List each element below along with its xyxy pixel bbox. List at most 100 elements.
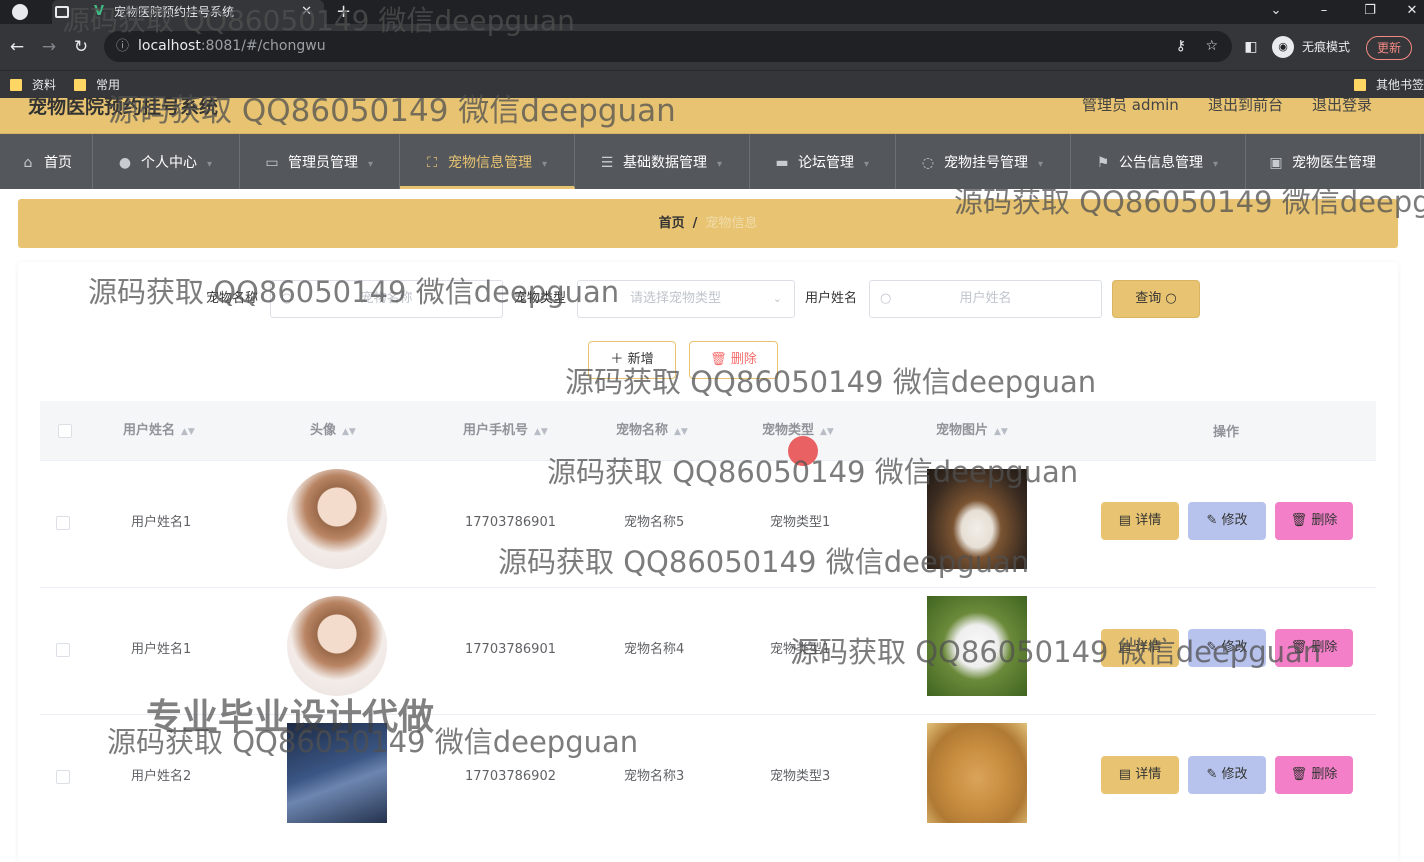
column-header-actions: 操作 bbox=[1213, 425, 1240, 440]
row-checkbox[interactable] bbox=[56, 516, 70, 530]
phone-cell: 17703786901 bbox=[465, 642, 556, 657]
phone-cell: 17703786901 bbox=[465, 515, 556, 530]
detail-button[interactable]: ▤ 详情 bbox=[1101, 502, 1179, 540]
incognito-icon: ◉ bbox=[1272, 36, 1294, 58]
column-header-pet-name[interactable]: 宠物名称 ▲▼ bbox=[616, 423, 688, 440]
button-label: 删除 bbox=[1311, 767, 1338, 782]
menu-item-basic-data-management[interactable]: ☰ 基础数据管理 ▾ bbox=[575, 134, 750, 189]
delete-button[interactable]: 🗑 删除 bbox=[1275, 502, 1353, 540]
pet-type-cell: 宠物类型3 bbox=[770, 769, 831, 784]
bookmark-folder-other[interactable]: 其他书签 bbox=[1354, 71, 1424, 99]
menu-item-doctor-management[interactable]: ▣ 宠物医生管理 bbox=[1246, 134, 1421, 189]
incognito-label: 无痕模式 bbox=[1302, 40, 1351, 54]
menu-item-registration-management[interactable]: ◌ 宠物挂号管理 ▾ bbox=[896, 134, 1071, 189]
menu-item-personal-center[interactable]: ● 个人中心 ▾ bbox=[93, 134, 240, 189]
home-icon: ⌂ bbox=[23, 155, 33, 171]
menu-label: 管理员管理 bbox=[288, 155, 358, 171]
sidebar-icon[interactable]: ◧ bbox=[1240, 36, 1262, 58]
user-name-cell: 用户姓名2 bbox=[131, 769, 192, 784]
sort-icon[interactable]: ▲▼ bbox=[674, 427, 688, 437]
chevron-down-icon: ▾ bbox=[368, 159, 374, 170]
edit-button[interactable]: ✎ 修改 bbox=[1188, 756, 1266, 794]
folder-icon bbox=[10, 79, 22, 91]
watermark: 源码获取 QQ86050149 微信deepguan bbox=[498, 545, 1030, 579]
column-header-phone[interactable]: 用户手机号 ▲▼ bbox=[463, 423, 548, 440]
breadcrumb-home[interactable]: 首页 bbox=[659, 216, 685, 231]
user-name-cell: 用户姓名1 bbox=[131, 642, 192, 657]
menu-label: 个人中心 bbox=[141, 155, 197, 171]
menu-item-forum-management[interactable]: ▬ 论坛管理 ▾ bbox=[750, 134, 896, 189]
reload-icon[interactable]: ↻ bbox=[70, 36, 92, 58]
menu-item-admin-management[interactable]: ▭ 管理员管理 ▾ bbox=[240, 134, 400, 189]
watermark: 源码获取 QQ86050149 微信deepguan bbox=[62, 4, 575, 37]
monitor-icon: ▬ bbox=[775, 155, 789, 171]
back-icon[interactable]: ← bbox=[6, 36, 28, 58]
search-icon: ○ bbox=[880, 291, 892, 306]
select-all-checkbox[interactable] bbox=[58, 424, 72, 438]
detail-button[interactable]: ▤ 详情 bbox=[1101, 756, 1179, 794]
watermark: 源码获取 QQ86050149 微信deepguan bbox=[547, 455, 1079, 489]
trash-icon: 🗑 bbox=[1290, 767, 1308, 782]
minimize-icon[interactable]: – bbox=[1304, 0, 1344, 24]
edit-button[interactable]: ✎ 修改 bbox=[1188, 502, 1266, 540]
pet-name-cell: 宠物名称4 bbox=[624, 642, 685, 657]
menu-item-pet-info-management[interactable]: ⛶ 宠物信息管理 ▾ bbox=[400, 134, 575, 189]
url-path: :8081/#/chongwu bbox=[200, 38, 326, 54]
tab-search-icon[interactable] bbox=[55, 6, 69, 18]
tab-list-icon[interactable]: ⌄ bbox=[1256, 0, 1296, 24]
logout-link[interactable]: 退出登录 bbox=[1312, 98, 1372, 113]
close-window-icon[interactable]: ✕ bbox=[1392, 0, 1424, 24]
menu-label: 宠物信息管理 bbox=[448, 155, 532, 171]
key-icon[interactable]: ⚷ bbox=[1176, 31, 1186, 62]
table-header: 用户姓名 ▲▼ 头像 ▲▼ 用户手机号 ▲▼ 宠物名称 ▲▼ 宠物类型 ▲▼ 宠物图片 ▲▼… bbox=[40, 401, 1376, 461]
button-label: 修改 bbox=[1221, 767, 1248, 782]
bookmark-folder-ziliao[interactable]: 资料 bbox=[10, 71, 56, 99]
sort-icon[interactable]: ▲▼ bbox=[820, 427, 834, 437]
column-header-user-name[interactable]: 用户姓名 ▲▼ bbox=[123, 423, 195, 440]
input-placeholder: 用户姓名 bbox=[959, 291, 1012, 306]
breadcrumb-current: 宠物信息 bbox=[705, 216, 758, 231]
document-icon: ▤ bbox=[1118, 513, 1132, 528]
exit-to-front-link[interactable]: 退出到前台 bbox=[1208, 98, 1283, 113]
admin-user-label: 管理员 admin bbox=[1082, 96, 1179, 114]
menu-item-notice-management[interactable]: ⚑ 公告信息管理 ▾ bbox=[1071, 134, 1246, 189]
button-label: 详情 bbox=[1135, 513, 1162, 528]
column-label: 用户姓名 bbox=[123, 423, 176, 438]
menu-label: 宠物医生管理 bbox=[1292, 155, 1376, 171]
sort-icon[interactable]: ▲▼ bbox=[534, 427, 548, 437]
column-header-pet-image[interactable]: 宠物图片 ▲▼ bbox=[936, 423, 1008, 440]
menu-label: 宠物挂号管理 bbox=[944, 155, 1028, 171]
browser-menu-icon[interactable] bbox=[12, 4, 28, 20]
menu-label: 公告信息管理 bbox=[1119, 155, 1203, 171]
sort-icon[interactable]: ▲▼ bbox=[994, 427, 1008, 437]
chevron-down-icon: ▾ bbox=[542, 159, 548, 170]
update-button[interactable]: 更新 bbox=[1366, 36, 1412, 60]
avatar bbox=[287, 469, 387, 569]
pet-type-cell: 宠物类型1 bbox=[770, 515, 831, 530]
forward-icon[interactable]: → bbox=[38, 36, 60, 58]
menu-item-home[interactable]: ⌂ 首页 bbox=[0, 134, 93, 189]
watermark: 源码获取 QQ86050149 微信deepguan bbox=[88, 275, 620, 309]
chevron-down-icon: ▾ bbox=[717, 159, 723, 170]
pet-name-cell: 宠物名称5 bbox=[624, 515, 685, 530]
folder-icon bbox=[1354, 79, 1366, 91]
document-icon: ▤ bbox=[1118, 767, 1132, 782]
restore-icon[interactable]: ❐ bbox=[1350, 0, 1390, 24]
column-header-avatar[interactable]: 头像 ▲▼ bbox=[310, 423, 356, 440]
star-icon[interactable]: ☆ bbox=[1205, 31, 1218, 62]
user-name-input[interactable]: ○ 用户姓名 bbox=[869, 280, 1102, 318]
chevron-down-icon: ▾ bbox=[1038, 159, 1044, 170]
query-button[interactable]: 查询 ○ bbox=[1112, 280, 1200, 318]
menu-label: 论坛管理 bbox=[798, 155, 854, 171]
search-icon: ○ bbox=[1165, 291, 1177, 306]
menu-label: 首页 bbox=[44, 155, 72, 171]
user-name-cell: 用户姓名1 bbox=[131, 515, 192, 530]
sort-icon[interactable]: ▲▼ bbox=[342, 427, 356, 437]
chevron-down-icon: ▾ bbox=[207, 159, 213, 170]
incognito-indicator[interactable]: ◉ 无痕模式 bbox=[1270, 32, 1350, 62]
row-checkbox[interactable] bbox=[56, 770, 70, 784]
trash-icon: 🗑 bbox=[1290, 513, 1308, 528]
row-checkbox[interactable] bbox=[56, 643, 70, 657]
delete-button[interactable]: 🗑 删除 bbox=[1275, 756, 1353, 794]
sort-icon[interactable]: ▲▼ bbox=[181, 427, 195, 437]
